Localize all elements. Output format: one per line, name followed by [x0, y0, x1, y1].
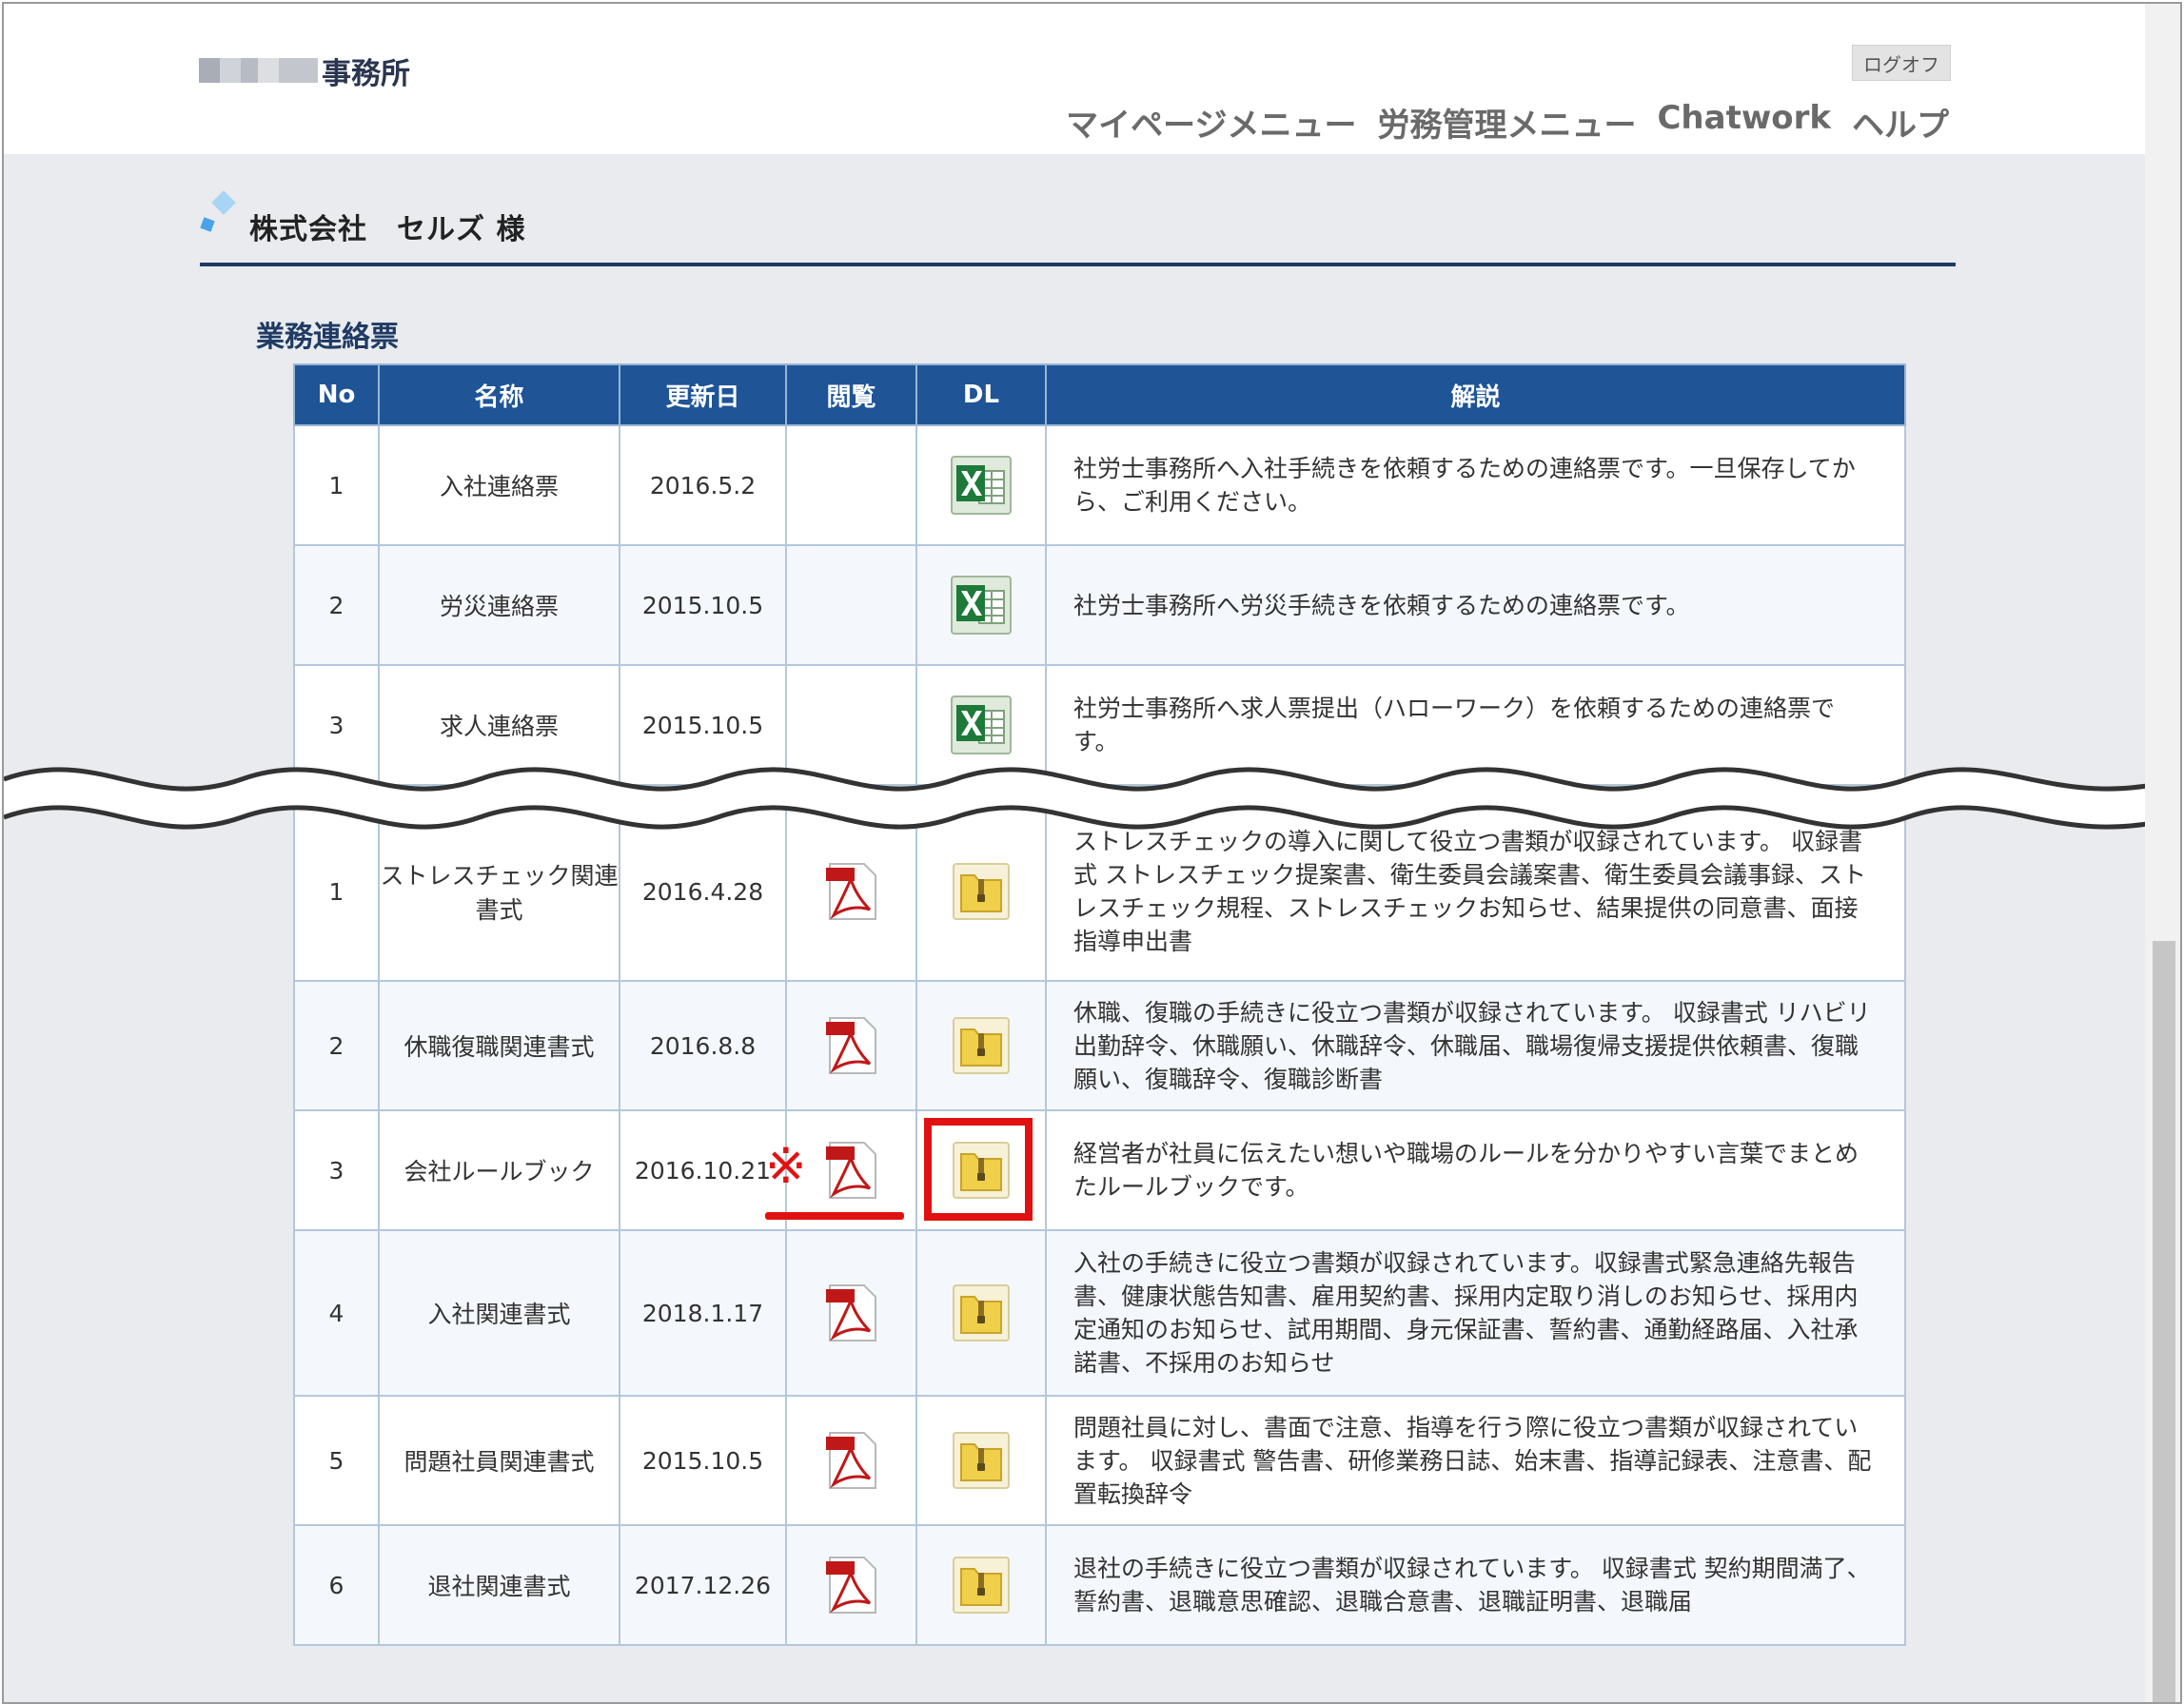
row-description: 入社の手続きに役立つ書類が収録されています。収録書式緊急連絡先報告書、健康状態告… — [1045, 1229, 1906, 1397]
pdf-icon[interactable] — [822, 1141, 881, 1200]
row-name: 労災連絡票 — [378, 544, 620, 666]
row-no: 4 — [293, 1229, 380, 1397]
row-dl-cell — [915, 1229, 1047, 1397]
annotation-mark: ※ — [765, 1138, 807, 1195]
row-name: 休職復職関連書式 — [378, 980, 620, 1111]
row-date: 2015.10.5 — [619, 544, 787, 666]
col-header-date: 更新日 — [619, 363, 787, 426]
scrollbar-thumb[interactable] — [2153, 941, 2175, 1702]
document-sets-table: 1 ストレスチェック関連書式 2016.4.28 ストレスチェックの導入に関して… — [293, 801, 1906, 1646]
row-no: 2 — [293, 980, 380, 1111]
row-date: 2015.10.5 — [619, 1395, 787, 1526]
zip-folder-icon[interactable] — [952, 1016, 1011, 1075]
table-row: 1 入社連絡票 2016.5.2 社労士事務所へ入社手続きを依頼するための連絡票… — [293, 424, 1906, 546]
row-dl-cell — [915, 544, 1047, 666]
row-view-cell — [785, 424, 917, 546]
office-name: 事務所 — [322, 56, 410, 91]
nav-mypage-menu[interactable]: マイページメニュー — [1066, 99, 1356, 146]
row-date: 2018.1.17 — [619, 1229, 787, 1397]
dl-highlight-box — [924, 1118, 1033, 1221]
row-dl-cell — [915, 1395, 1047, 1526]
browser-frame: 事務所 ログオフ マイページメニュー 労務管理メニュー Chatwork ヘルプ… — [2, 2, 2182, 1704]
office-logo[interactable]: 事務所 — [199, 51, 410, 91]
col-header-desc: 解説 — [1045, 363, 1906, 426]
table-row: 6 退社関連書式 2017.12.26 退社の手続きに役立つ書類が収録されていま… — [293, 1524, 1906, 1646]
row-view-cell — [785, 544, 917, 666]
row-no: 2 — [293, 544, 380, 666]
row-view-cell — [785, 1524, 917, 1646]
row-no: 6 — [293, 1524, 380, 1646]
col-header-view: 閲覧 — [785, 363, 917, 426]
site-header: 事務所 ログオフ マイページメニュー 労務管理メニュー Chatwork ヘルプ — [4, 4, 2145, 154]
company-header: 株式会社 セルズ 様 — [200, 185, 1956, 266]
row-view-cell — [785, 1229, 917, 1397]
row-date: 2016.5.2 — [619, 424, 787, 546]
zip-folder-icon[interactable] — [952, 862, 1011, 921]
table-row: 2 労災連絡票 2015.10.5 社労士事務所へ労災手続きを依頼するための連絡… — [293, 544, 1906, 666]
pdf-icon[interactable] — [822, 1283, 881, 1342]
annotation-underline — [765, 1212, 904, 1220]
logoff-button[interactable]: ログオフ — [1852, 45, 1951, 81]
row-name: 会社ルールブック — [378, 1109, 620, 1231]
nav-labor-menu[interactable]: 労務管理メニュー — [1377, 99, 1636, 146]
row-name: 入社関連書式 — [378, 1229, 620, 1397]
row-view-cell — [785, 1395, 917, 1526]
row-description: 経営者が社員に伝えたい想いや職場のルールを分かりやすい言葉でまとめたルールブック… — [1045, 1109, 1906, 1231]
row-dl-cell — [915, 980, 1047, 1111]
row-dl-cell — [915, 424, 1047, 546]
col-header-dl: DL — [915, 363, 1047, 426]
row-name: 退社関連書式 — [378, 1524, 620, 1646]
main-nav: マイページメニュー 労務管理メニュー Chatwork ヘルプ — [1066, 99, 1949, 146]
page-break-wave — [4, 767, 2180, 830]
row-dl-cell — [915, 1524, 1047, 1646]
contact-forms-table: No 名称 更新日 閲覧 DL 解説 1 入社連絡票 2016.5.2 社労士事… — [293, 363, 1906, 786]
row-name: 入社連絡票 — [378, 424, 620, 546]
row-description: 問題社員に対し、書面で注意、指導を行う際に役立つ書類が収録されています。 収録書… — [1045, 1395, 1906, 1526]
pdf-icon[interactable] — [822, 862, 881, 921]
row-description: 社労士事務所へ入社手続きを依頼するための連絡票です。一旦保存してから、ご利用くだ… — [1045, 424, 1906, 546]
table-row: 3 会社ルールブック 2016.10.21 経営者が社員に伝えたい想いや職場のル… — [293, 1109, 1906, 1231]
row-no: 1 — [293, 424, 380, 546]
col-header-name: 名称 — [378, 363, 620, 426]
row-description: 退社の手続きに役立つ書類が収録されています。 収録書式 契約期間満了、誓約書、退… — [1045, 1524, 1906, 1646]
pdf-icon[interactable] — [822, 1556, 881, 1615]
row-no: 5 — [293, 1395, 380, 1526]
row-no: 3 — [293, 1109, 380, 1231]
table-header-row: No 名称 更新日 閲覧 DL 解説 — [293, 363, 1906, 426]
diamond-icon — [200, 190, 236, 232]
row-date: 2016.10.21 — [619, 1109, 787, 1231]
blurred-office-name — [199, 58, 318, 83]
table-row: 4 入社関連書式 2018.1.17 入社の手続きに役立つ書類が収録されています… — [293, 1229, 1906, 1397]
col-header-no: No — [293, 363, 380, 426]
pdf-icon[interactable] — [822, 1431, 881, 1490]
row-description: 社労士事務所へ労災手続きを依頼するための連絡票です。 — [1045, 544, 1906, 666]
zip-folder-icon[interactable] — [952, 1431, 1011, 1490]
row-description: 休職、復職の手続きに役立つ書類が収録されています。 収録書式 リハビリ出勤辞令、… — [1045, 980, 1906, 1111]
row-view-cell — [785, 980, 917, 1111]
row-name: 問題社員関連書式 — [378, 1395, 620, 1526]
excel-icon[interactable] — [951, 576, 1012, 635]
row-date: 2017.12.26 — [619, 1524, 787, 1646]
zip-folder-icon[interactable] — [952, 1283, 1011, 1342]
pdf-icon[interactable] — [822, 1016, 881, 1075]
table-row: 2 休職復職関連書式 2016.8.8 休職、復職の手続きに役立つ書類が収録され… — [293, 980, 1906, 1111]
row-date: 2016.8.8 — [619, 980, 787, 1111]
table-row: 5 問題社員関連書式 2015.10.5 問題社員に対し、書面で注意、指導を行う… — [293, 1395, 1906, 1526]
company-name: 株式会社 セルズ 様 — [249, 213, 526, 246]
zip-folder-icon[interactable] — [952, 1556, 1011, 1615]
nav-chatwork[interactable]: Chatwork — [1657, 99, 1831, 146]
excel-icon[interactable] — [951, 456, 1012, 515]
section-title: 業務連絡票 — [256, 321, 399, 354]
nav-help[interactable]: ヘルプ — [1852, 99, 1949, 146]
